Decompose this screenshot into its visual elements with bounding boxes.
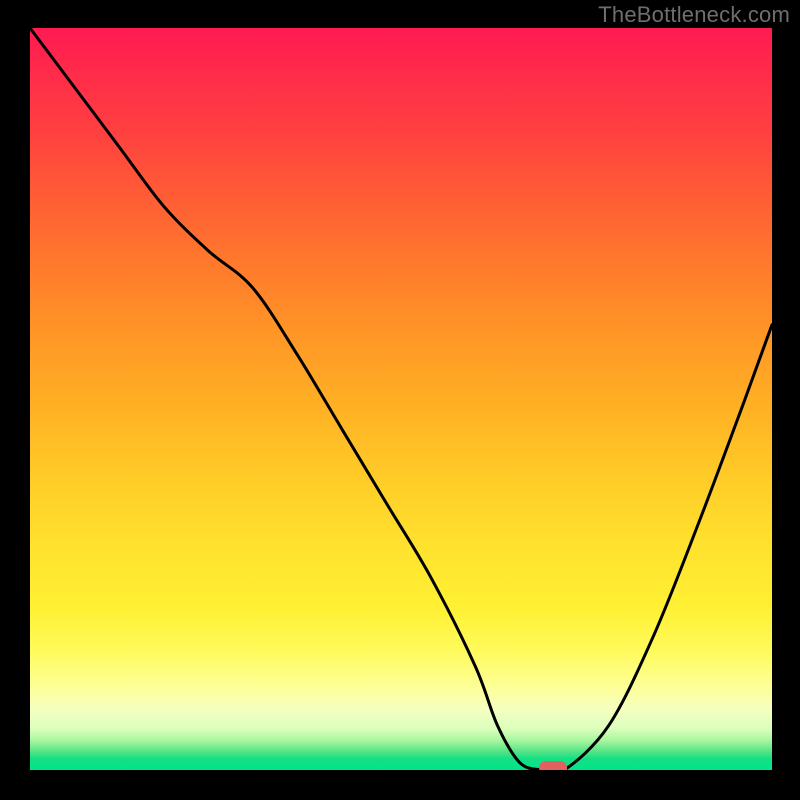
plot-area — [30, 28, 772, 770]
bottleneck-curve — [30, 28, 772, 770]
chart-frame: TheBottleneck.com — [0, 0, 800, 800]
watermark-label: TheBottleneck.com — [598, 2, 790, 28]
minimum-marker — [539, 761, 567, 770]
